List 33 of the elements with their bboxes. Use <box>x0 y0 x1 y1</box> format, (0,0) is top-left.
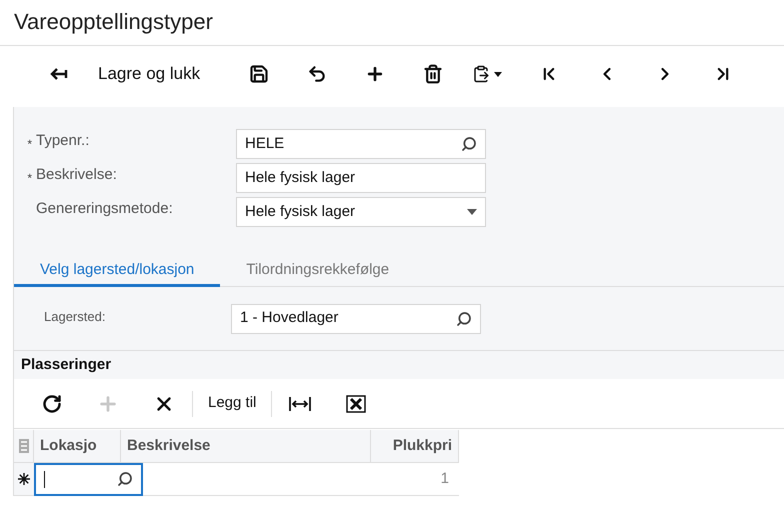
undo-icon <box>307 64 328 84</box>
dropdown-field[interactable]: Hele fysisk lager <box>236 197 486 227</box>
add-location-button[interactable]: Legg til <box>193 386 272 420</box>
location-input-field[interactable] <box>34 462 143 496</box>
column-header[interactable]: Beskrivelse <box>121 430 371 462</box>
table-cell-text: 1 <box>440 468 450 489</box>
field-label: Genereringsmetode: <box>36 198 174 219</box>
tab[interactable]: Tilordningsrekkefølge <box>220 257 416 287</box>
search-icon <box>117 471 133 487</box>
required-mark: * <box>27 136 32 153</box>
back-arrow-icon <box>50 67 68 81</box>
window-title: Vareopptellingstyper <box>14 8 214 36</box>
dropdown-caret-icon <box>467 209 477 215</box>
input-field[interactable]: HELE <box>236 129 486 159</box>
clipboard-icon <box>472 65 490 83</box>
input-field[interactable]: 1 - Hovedlager <box>231 304 481 334</box>
field-label: Lagersted: <box>43 308 106 326</box>
column-header[interactable]: Plukkpri <box>371 430 459 462</box>
required-mark: * <box>27 170 32 187</box>
input-field[interactable]: Hele fysisk lager <box>236 163 486 193</box>
trash-icon <box>423 64 444 84</box>
save-close-button[interactable]: Lagre og lukk <box>88 54 210 94</box>
search-icon <box>461 136 477 152</box>
column-header[interactable]: Lokasjo <box>34 430 121 462</box>
refresh-icon <box>42 394 62 414</box>
save-icon <box>249 64 270 84</box>
excel-export-icon <box>346 394 366 412</box>
field-label: Typenr.: <box>36 130 90 151</box>
section-title: Plasseringer <box>21 354 112 375</box>
fit-columns-icon <box>289 396 312 412</box>
field-label: Beskrivelse: <box>36 164 118 185</box>
search-icon <box>456 310 472 326</box>
caret-icon <box>494 72 502 76</box>
